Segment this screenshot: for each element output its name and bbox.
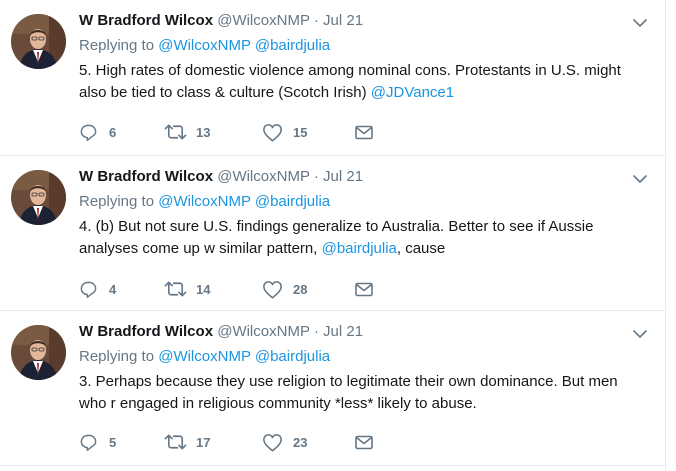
retweet-icon [164, 123, 187, 141]
reply-icon [79, 433, 98, 452]
tweet-mention[interactable]: @bairdjulia [322, 240, 397, 257]
tweet-actions: 6 13 15 [79, 122, 373, 142]
author-handle[interactable]: @WilcoxNMP [217, 168, 309, 185]
reply-count: 4 [109, 281, 117, 297]
retweet-icon [164, 433, 187, 451]
tweet[interactable]: W Bradford Wilcox @WilcoxNMP · Jul 21 Re… [0, 311, 666, 466]
envelope-icon [355, 282, 373, 297]
replying-to: Replying to @WilcoxNMP @bairdjulia [79, 347, 639, 366]
tweet-date[interactable]: Jul 21 [323, 168, 363, 185]
tweet-date[interactable]: Jul 21 [323, 323, 363, 340]
reply-mention[interactable]: @bairdjulia [255, 348, 330, 365]
avatar[interactable] [11, 14, 66, 69]
reply-icon [79, 280, 98, 299]
like-count: 15 [293, 124, 308, 140]
tweet-content: W Bradford Wilcox @WilcoxNMP · Jul 21 Re… [79, 323, 639, 415]
direct-message-button[interactable] [355, 435, 373, 450]
author-name[interactable]: W Bradford Wilcox [79, 168, 213, 185]
tweet-header: W Bradford Wilcox @WilcoxNMP · Jul 21 [79, 12, 639, 30]
author-name[interactable]: W Bradford Wilcox [79, 323, 213, 340]
heart-icon [262, 433, 283, 452]
tweet-content: W Bradford Wilcox @WilcoxNMP · Jul 21 Re… [79, 168, 639, 260]
tweet[interactable]: W Bradford Wilcox @WilcoxNMP · Jul 21 Re… [0, 0, 666, 156]
tweet-mention[interactable]: @JDVance1 [371, 84, 454, 101]
separator-dot: · [313, 323, 319, 340]
like-button[interactable]: 15 [262, 123, 355, 142]
reply-mention[interactable]: @WilcoxNMP [158, 37, 250, 54]
tweet[interactable]: W Bradford Wilcox @WilcoxNMP · Jul 21 Re… [0, 156, 666, 311]
tweet-text-segment: , cause [396, 240, 446, 257]
like-count: 28 [293, 281, 308, 297]
reply-mention[interactable]: @bairdjulia [255, 37, 330, 54]
envelope-icon [355, 435, 373, 450]
chevron-down-icon[interactable] [633, 15, 647, 33]
heart-icon [262, 280, 283, 299]
retweet-count: 14 [196, 281, 211, 297]
tweet-header: W Bradford Wilcox @WilcoxNMP · Jul 21 [79, 168, 639, 186]
avatar[interactable] [11, 170, 66, 225]
reply-count: 5 [109, 434, 117, 450]
direct-message-button[interactable] [355, 125, 373, 140]
retweet-icon [164, 280, 187, 298]
like-button[interactable]: 23 [262, 433, 355, 452]
reply-mention[interactable]: @WilcoxNMP [158, 193, 250, 210]
tweet-text-segment: 3. Perhaps because they use religion to … [79, 373, 618, 412]
tweet-text: 3. Perhaps because they use religion to … [79, 371, 639, 415]
tweet-timeline: W Bradford Wilcox @WilcoxNMP · Jul 21 Re… [0, 0, 666, 471]
tweet-content: W Bradford Wilcox @WilcoxNMP · Jul 21 Re… [79, 12, 639, 104]
separator-dot: · [313, 168, 319, 185]
retweet-button[interactable]: 17 [164, 433, 262, 451]
envelope-icon [355, 125, 373, 140]
retweet-button[interactable]: 14 [164, 280, 262, 298]
like-button[interactable]: 28 [262, 280, 355, 299]
replying-to-label: Replying to [79, 37, 155, 54]
author-handle[interactable]: @WilcoxNMP [217, 12, 309, 29]
retweet-button[interactable]: 13 [164, 123, 262, 141]
reply-count: 6 [109, 124, 117, 140]
tweet-text: 5. High rates of domestic violence among… [79, 60, 639, 104]
tweet-header: W Bradford Wilcox @WilcoxNMP · Jul 21 [79, 323, 639, 341]
author-handle[interactable]: @WilcoxNMP [217, 323, 309, 340]
like-count: 23 [293, 434, 308, 450]
avatar[interactable] [11, 325, 66, 380]
reply-button[interactable]: 6 [79, 123, 164, 142]
replying-to: Replying to @WilcoxNMP @bairdjulia [79, 36, 639, 55]
tweet-text-segment: 5. High rates of domestic violence among… [79, 62, 621, 101]
direct-message-button[interactable] [355, 282, 373, 297]
separator-dot: · [313, 12, 319, 29]
reply-mention[interactable]: @bairdjulia [255, 193, 330, 210]
reply-button[interactable]: 4 [79, 280, 164, 299]
replying-to: Replying to @WilcoxNMP @bairdjulia [79, 192, 639, 211]
chevron-down-icon[interactable] [633, 171, 647, 189]
tweet-date[interactable]: Jul 21 [323, 12, 363, 29]
chevron-down-icon[interactable] [633, 326, 647, 344]
reply-mention[interactable]: @WilcoxNMP [158, 348, 250, 365]
author-name[interactable]: W Bradford Wilcox [79, 12, 213, 29]
tweet-actions: 4 14 28 [79, 279, 373, 299]
replying-to-label: Replying to [79, 193, 155, 210]
replying-to-label: Replying to [79, 348, 155, 365]
heart-icon [262, 123, 283, 142]
reply-icon [79, 123, 98, 142]
retweet-count: 17 [196, 434, 211, 450]
reply-button[interactable]: 5 [79, 433, 164, 452]
retweet-count: 13 [196, 124, 211, 140]
tweet-actions: 5 17 23 [79, 432, 373, 452]
tweet-text: 4. (b) But not sure U.S. findings genera… [79, 216, 639, 260]
